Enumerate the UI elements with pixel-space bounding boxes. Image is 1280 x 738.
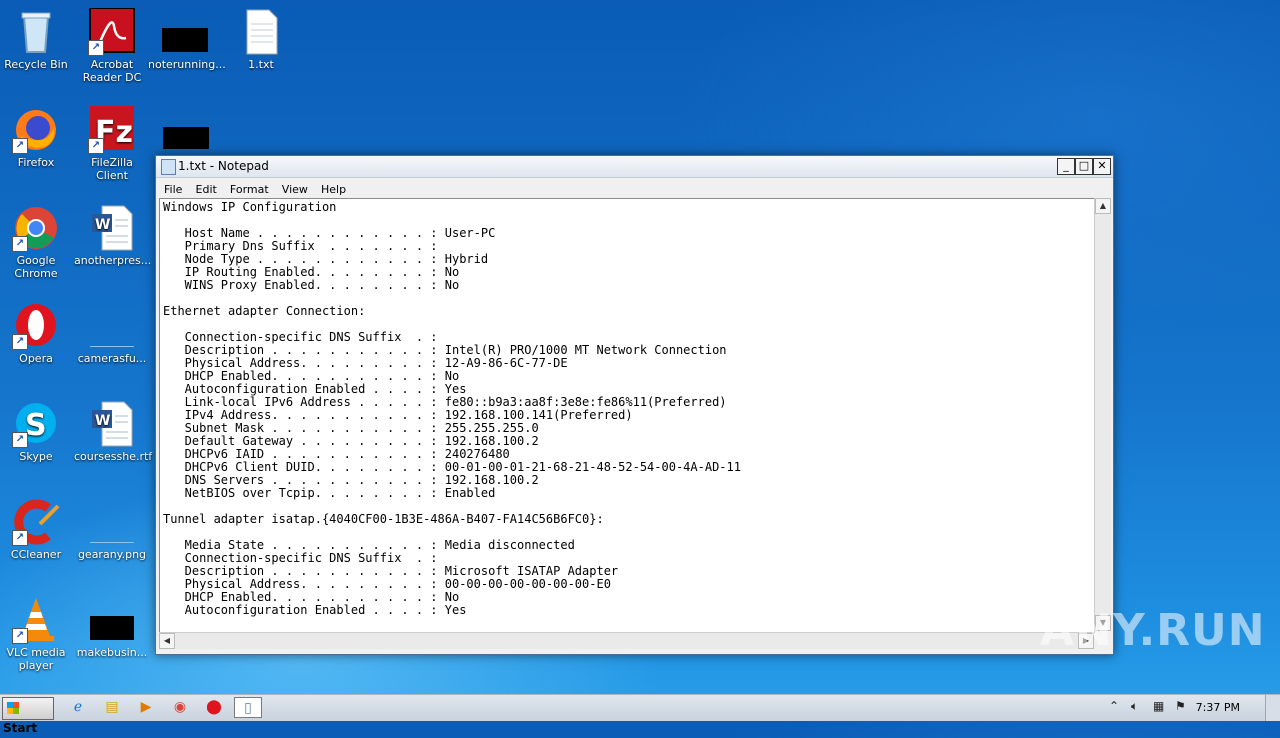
network-icon[interactable]: ▦ xyxy=(1153,699,1164,713)
firefox-icon: ↗ xyxy=(12,106,60,154)
desktop-icon-anotherpres[interactable]: W anotherpres... xyxy=(74,204,151,267)
acrobat-reader-icon: ↗ xyxy=(88,7,136,56)
taskbar-opera-icon[interactable]: ⬤ xyxy=(200,697,228,718)
desktop-icon-opera[interactable]: ↗ Opera xyxy=(0,302,74,365)
svg-text:S: S xyxy=(25,408,47,443)
horizontal-scrollbar[interactable]: ◀ ▶ xyxy=(159,632,1094,649)
scroll-left-arrow-icon[interactable]: ◀ xyxy=(159,633,175,649)
shortcut-arrow-icon: ↗ xyxy=(12,236,28,252)
clock[interactable]: 7:37 PM xyxy=(1196,701,1240,714)
desktop-icon-ccleaner[interactable]: ↗ CCleaner xyxy=(0,498,74,561)
desktop-icon-vlc[interactable]: ↗ VLC media player xyxy=(0,596,74,672)
file-thumbnail-icon xyxy=(162,8,210,56)
minimize-button[interactable]: _ xyxy=(1057,158,1075,175)
skype-icon: S ↗ xyxy=(12,400,60,448)
taskbar-chrome-icon[interactable]: ◉ xyxy=(166,697,194,718)
svg-text:W: W xyxy=(95,413,110,429)
volume-icon[interactable]: 🔈︎ xyxy=(1131,699,1138,714)
desktop-icon-coursesshe[interactable]: W coursesshe.rtf xyxy=(74,400,152,463)
desktop-icon-chrome[interactable]: ↗ Google Chrome xyxy=(0,204,74,280)
notepad-icon xyxy=(161,159,176,175)
maximize-button[interactable]: □ xyxy=(1075,158,1093,175)
tray-expand-icon[interactable]: ⌃ xyxy=(1109,699,1119,713)
desktop-icon-camerasfu[interactable]: camerasfu... xyxy=(74,302,150,365)
desktop-icon-skype[interactable]: S ↗ Skype xyxy=(0,400,74,463)
action-center-flag-icon[interactable]: ⚑ xyxy=(1175,699,1186,713)
close-button[interactable]: ✕ xyxy=(1093,158,1111,175)
word-document-icon: W xyxy=(88,400,136,448)
windows-logo-icon xyxy=(7,702,19,714)
notepad-window[interactable]: 1.txt - Notepad _ □ ✕ File Edit Format V… xyxy=(155,155,1114,655)
menu-view[interactable]: View xyxy=(278,181,312,198)
title-bar[interactable]: 1.txt - Notepad _ □ ✕ xyxy=(156,156,1113,178)
filezilla-icon: Fz ↗ xyxy=(88,106,136,154)
shortcut-arrow-icon: ↗ xyxy=(12,432,28,448)
desktop-icon-filezilla[interactable]: Fz ↗ FileZilla Client xyxy=(74,106,150,182)
word-document-icon: W xyxy=(88,204,136,252)
taskbar: Start ℯ ▤ ▶ ◉ ⬤ ▯ ⌃ 🔈︎ ▦ ⚑ 7:37 PM xyxy=(0,694,1280,735)
opera-icon: ↗ xyxy=(12,302,60,350)
desktop-icon-1-txt[interactable]: 1.txt xyxy=(223,8,299,71)
svg-text:W: W xyxy=(95,217,110,233)
desktop-icon-acrobat[interactable]: ↗ Acrobat Reader DC xyxy=(74,7,150,84)
start-button[interactable]: Start xyxy=(2,697,54,735)
shortcut-arrow-icon: ↗ xyxy=(88,138,104,154)
document-text[interactable]: Windows IP Configuration Host Name . . .… xyxy=(160,199,1094,619)
image-file-icon xyxy=(88,302,136,350)
taskbar-media-player-icon[interactable]: ▶ xyxy=(132,697,160,718)
scroll-up-arrow-icon[interactable]: ▲ xyxy=(1095,198,1111,214)
menu-file[interactable]: File xyxy=(160,181,186,198)
menu-edit[interactable]: Edit xyxy=(192,181,221,198)
window-title: 1.txt - Notepad xyxy=(178,159,269,173)
desktop-icon-noterunning[interactable]: noterunning... xyxy=(148,8,226,71)
shortcut-arrow-icon: ↗ xyxy=(12,530,28,546)
vertical-scrollbar[interactable]: ▲ ▼ xyxy=(1094,198,1111,631)
watermark-logo: ANY.RUN xyxy=(1040,605,1266,656)
menu-format[interactable]: Format xyxy=(226,181,273,198)
desktop-icon-firefox[interactable]: ↗ Firefox xyxy=(0,106,74,169)
system-tray: ⌃ 🔈︎ ▦ ⚑ 7:37 PM xyxy=(1105,695,1280,721)
shortcut-arrow-icon: ↗ xyxy=(88,40,104,56)
text-editor-area[interactable]: Windows IP Configuration Host Name . . .… xyxy=(159,198,1095,633)
taskbar-ie-icon[interactable]: ℯ xyxy=(64,697,92,718)
show-desktop-button[interactable] xyxy=(1265,695,1280,721)
desktop-icon-makebusin[interactable]: makebusin... xyxy=(74,596,150,659)
menu-bar: File Edit Format View Help xyxy=(156,178,1113,197)
text-file-icon xyxy=(237,8,285,56)
menu-help[interactable]: Help xyxy=(317,181,350,198)
image-file-icon xyxy=(88,498,136,546)
shortcut-arrow-icon: ↗ xyxy=(12,334,28,350)
redacted-thumbnail xyxy=(163,127,209,149)
taskbar-explorer-icon[interactable]: ▤ xyxy=(98,697,126,718)
desktop-icon-gearany[interactable]: gearany.png xyxy=(74,498,150,561)
desktop-icon-recycle-bin[interactable]: Recycle Bin xyxy=(0,8,74,71)
start-label: Start xyxy=(3,721,38,735)
vlc-cone-icon: ↗ xyxy=(12,596,60,644)
taskbar-notepad-icon[interactable]: ▯ xyxy=(234,697,262,718)
ccleaner-icon: ↗ xyxy=(12,498,60,546)
chrome-icon: ↗ xyxy=(12,204,60,252)
shortcut-arrow-icon: ↗ xyxy=(12,138,28,154)
recycle-bin-icon xyxy=(12,8,60,56)
file-thumbnail-icon xyxy=(88,596,136,644)
shortcut-arrow-icon: ↗ xyxy=(12,628,28,644)
